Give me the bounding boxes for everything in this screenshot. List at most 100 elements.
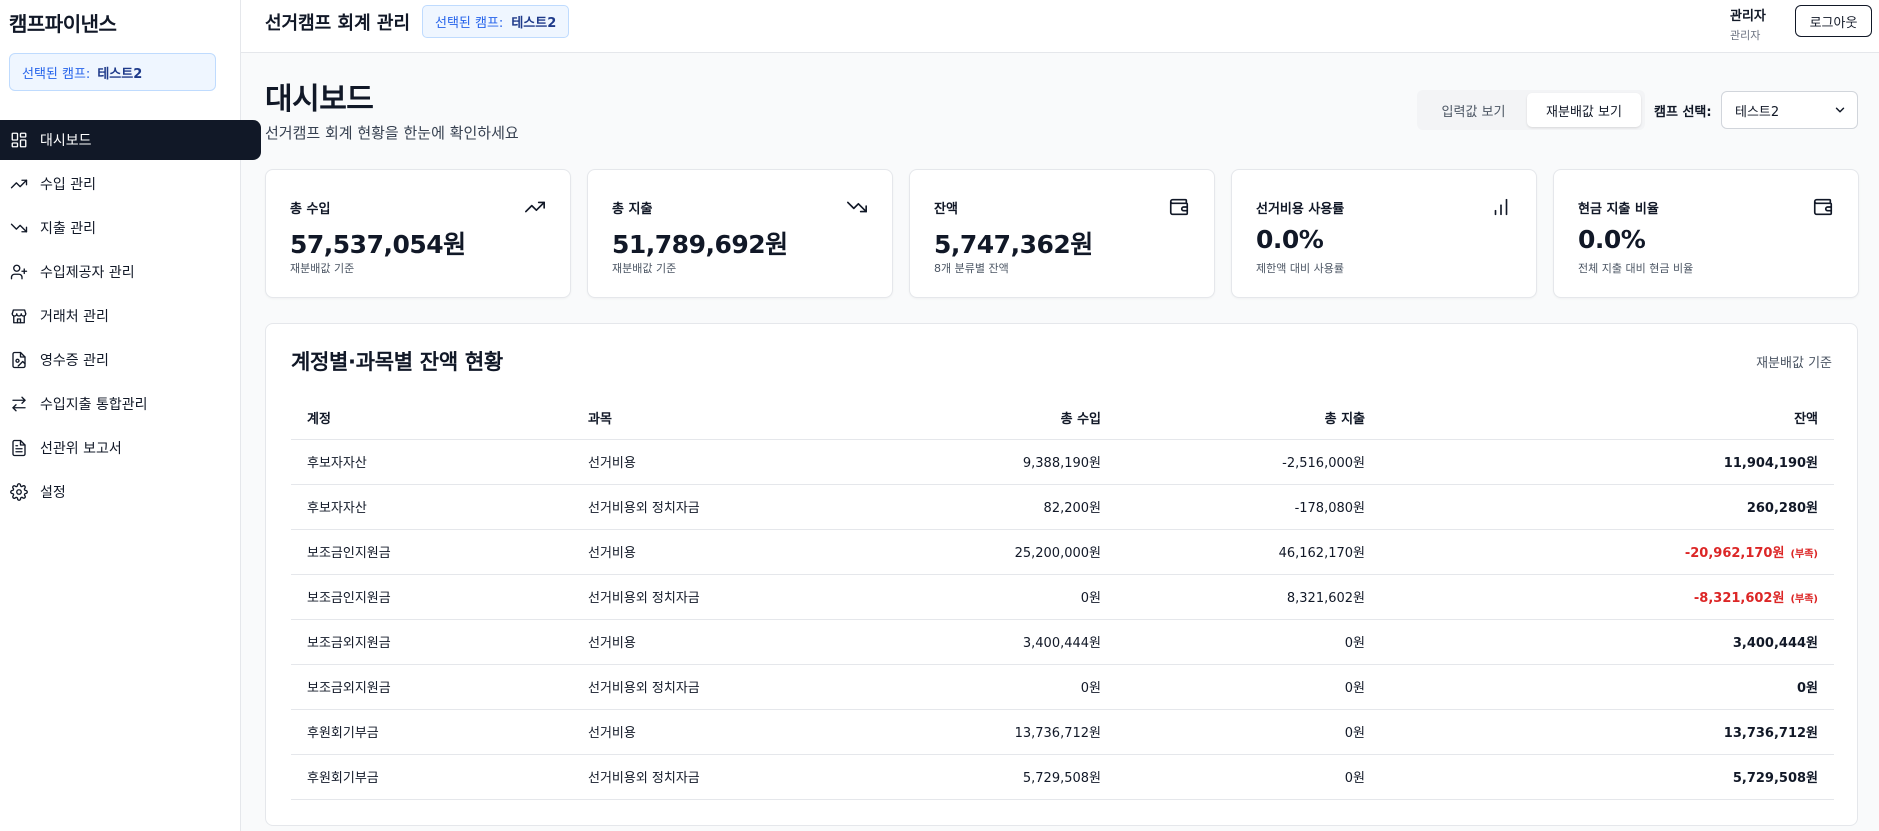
shortage-badge: (부족) (1790, 594, 1818, 605)
chevron-down-icon (1835, 107, 1845, 113)
cell-balance: 13,736,712원 (1381, 709, 1834, 755)
selected-camp-value: 테스트2 (97, 66, 143, 82)
stat-note: 전체 지출 대비 현금 비율 (1578, 262, 1694, 275)
cell-item: 선거비용 (572, 619, 853, 665)
view-input-button[interactable]: 입력값 보기 (1420, 93, 1527, 127)
sidebar-item-label: 수입제공자 관리 (40, 265, 135, 281)
cell-income: 0원 (853, 664, 1117, 710)
stat-card-cash-ratio: 현금 지출 비율 0.0% 전체 지출 대비 현금 비율 (1553, 169, 1859, 298)
cell-account: 보조금인지원금 (291, 529, 572, 575)
page-subtitle: 선거캠프 회계 현황을 한눈에 확인하세요 (265, 124, 519, 142)
stat-value: 5,747,362원 (934, 230, 1093, 259)
camp-select-label: 캠프 선택: (1654, 105, 1712, 120)
cell-item: 선거비용외 정치자금 (572, 574, 853, 620)
stat-label: 총 지출 (612, 202, 653, 217)
cell-account: 보조금인지원금 (291, 574, 572, 620)
sidebar-item-integrated[interactable]: 수입지출 통합관리 (0, 384, 261, 424)
stat-card-total-income: 총 수입 57,537,054원 재분배값 기준 (265, 169, 571, 298)
trending-up-icon (524, 196, 546, 218)
cell-balance: 0원 (1381, 664, 1834, 710)
sidebar-item-label: 수입지출 통합관리 (40, 397, 148, 413)
cell-income: 9,388,190원 (853, 439, 1117, 485)
cell-item: 선거비용외 정치자금 (572, 754, 853, 800)
cell-account: 보조금외지원금 (291, 619, 572, 665)
balance-table-card: 계정별·과목별 잔액 현황 재분배값 기준 계정 과목 총 수입 총 지출 잔액… (265, 323, 1858, 826)
stat-card-total-expense: 총 지출 51,789,692원 재분배값 기준 (587, 169, 893, 298)
cell-income: 0원 (853, 574, 1117, 620)
header-camp-label: 선택된 캠프: (435, 16, 504, 31)
column-header-income: 총 수입 (853, 397, 1117, 440)
balance-table-basis: 재분배값 기준 (1756, 356, 1832, 371)
bar-chart-icon (1490, 196, 1512, 218)
trending-up-icon (10, 175, 28, 193)
cell-balance: 5,729,508원 (1381, 754, 1834, 800)
cell-balance: -20,962,170원 (부족) (1381, 529, 1834, 575)
selected-camp-box: 선택된 캠프: 테스트2 (9, 53, 216, 91)
table-row: 보조금인지원금 선거비용외 정치자금 0원 8,321,602원 -8,321,602원… (291, 574, 1834, 620)
sidebar-item-label: 설정 (40, 485, 66, 501)
wallet-icon (1812, 196, 1834, 218)
table-row: 후원회기부금 선거비용외 정치자금 5,729,508원 0원 5,729,508원 (291, 754, 1834, 800)
cell-account: 후원회기부금 (291, 754, 572, 800)
cell-expense: 0원 (1117, 619, 1381, 665)
balance-value: 11,904,190원 (1723, 456, 1818, 471)
stat-value: 0.0% (1578, 225, 1646, 254)
sidebar-item-dashboard[interactable]: 대시보드 (0, 120, 261, 160)
store-icon (10, 307, 28, 325)
user-info: 관리자 관리자 (1730, 5, 1766, 43)
stat-card-balance: 잔액 5,747,362원 8개 분류별 잔액 (909, 169, 1215, 298)
view-redistributed-button[interactable]: 재분배값 보기 (1527, 93, 1641, 127)
selected-camp-label: 선택된 캠프: (22, 66, 91, 82)
trending-down-icon (10, 219, 28, 237)
cell-income: 82,200원 (853, 484, 1117, 530)
cell-expense: 46,162,170원 (1117, 529, 1381, 575)
logout-button[interactable]: 로그아웃 (1795, 5, 1872, 37)
column-header-expense: 총 지출 (1117, 397, 1381, 440)
balance-value: -20,962,170원 (1684, 546, 1785, 561)
wallet-icon (1168, 196, 1190, 218)
stat-label: 잔액 (934, 202, 958, 217)
sidebar-item-settings[interactable]: 설정 (0, 472, 261, 512)
user-plus-icon (10, 263, 28, 281)
balance-value: 260,280원 (1746, 501, 1818, 516)
balance-value: -8,321,602원 (1693, 591, 1785, 606)
sidebar-item-label: 대시보드 (40, 133, 92, 149)
sidebar-item-election-report[interactable]: 선관위 보고서 (0, 428, 261, 468)
table-row: 보조금외지원금 선거비용외 정치자금 0원 0원 0원 (291, 664, 1834, 710)
header-camp-value: 테스트2 (511, 16, 557, 31)
stat-value: 0.0% (1256, 225, 1324, 254)
cell-account: 보조금외지원금 (291, 664, 572, 710)
top-header: 선거캠프 회계 관리 선택된 캠프: 테스트2 관리자 관리자 로그아웃 (241, 0, 1879, 53)
balance-value: 3,400,444원 (1732, 636, 1818, 651)
shortage-badge: (부족) (1790, 549, 1818, 560)
sidebar-item-income-providers[interactable]: 수입제공자 관리 (0, 252, 261, 292)
sidebar-item-label: 수입 관리 (40, 177, 96, 193)
stat-value: 57,537,054원 (290, 230, 466, 259)
sidebar-item-receipts[interactable]: 영수증 관리 (0, 340, 261, 380)
sidebar-item-income[interactable]: 수입 관리 (0, 164, 261, 204)
stat-card-election-cost-rate: 선거비용 사용률 0.0% 제한액 대비 사용률 (1231, 169, 1537, 298)
cell-account: 후보자자산 (291, 484, 572, 530)
table-header-row: 계정 과목 총 수입 총 지출 잔액 (291, 397, 1834, 440)
stat-label: 현금 지출 비율 (1578, 202, 1659, 217)
sidebar-item-vendors[interactable]: 거래처 관리 (0, 296, 261, 336)
cell-expense: 8,321,602원 (1117, 574, 1381, 620)
cell-expense: 0원 (1117, 664, 1381, 710)
receipt-icon (10, 351, 28, 369)
table-row: 후보자자산 선거비용 9,388,190원 -2,516,000원 11,904,190… (291, 439, 1834, 485)
stat-note: 8개 분류별 잔액 (934, 262, 1009, 275)
cell-income: 5,729,508원 (853, 754, 1117, 800)
cell-expense: -178,080원 (1117, 484, 1381, 530)
sidebar-item-expense[interactable]: 지출 관리 (0, 208, 261, 248)
brand-logo: 캠프파이낸스 (9, 12, 117, 36)
cell-item: 선거비용 (572, 529, 853, 575)
sidebar-nav: 대시보드 수입 관리 지출 관리 수입제공자 관리 거래처 관리 영수증 관리 … (0, 120, 261, 516)
balance-value: 13,736,712원 (1723, 726, 1818, 741)
gear-icon (10, 483, 28, 501)
user-name: 관리자 (1730, 9, 1766, 24)
sidebar-item-label: 거래처 관리 (40, 309, 109, 325)
trending-down-icon (846, 196, 868, 218)
camp-select[interactable]: 테스트2 (1721, 91, 1858, 129)
cell-expense: 0원 (1117, 709, 1381, 755)
cell-item: 선거비용 (572, 439, 853, 485)
